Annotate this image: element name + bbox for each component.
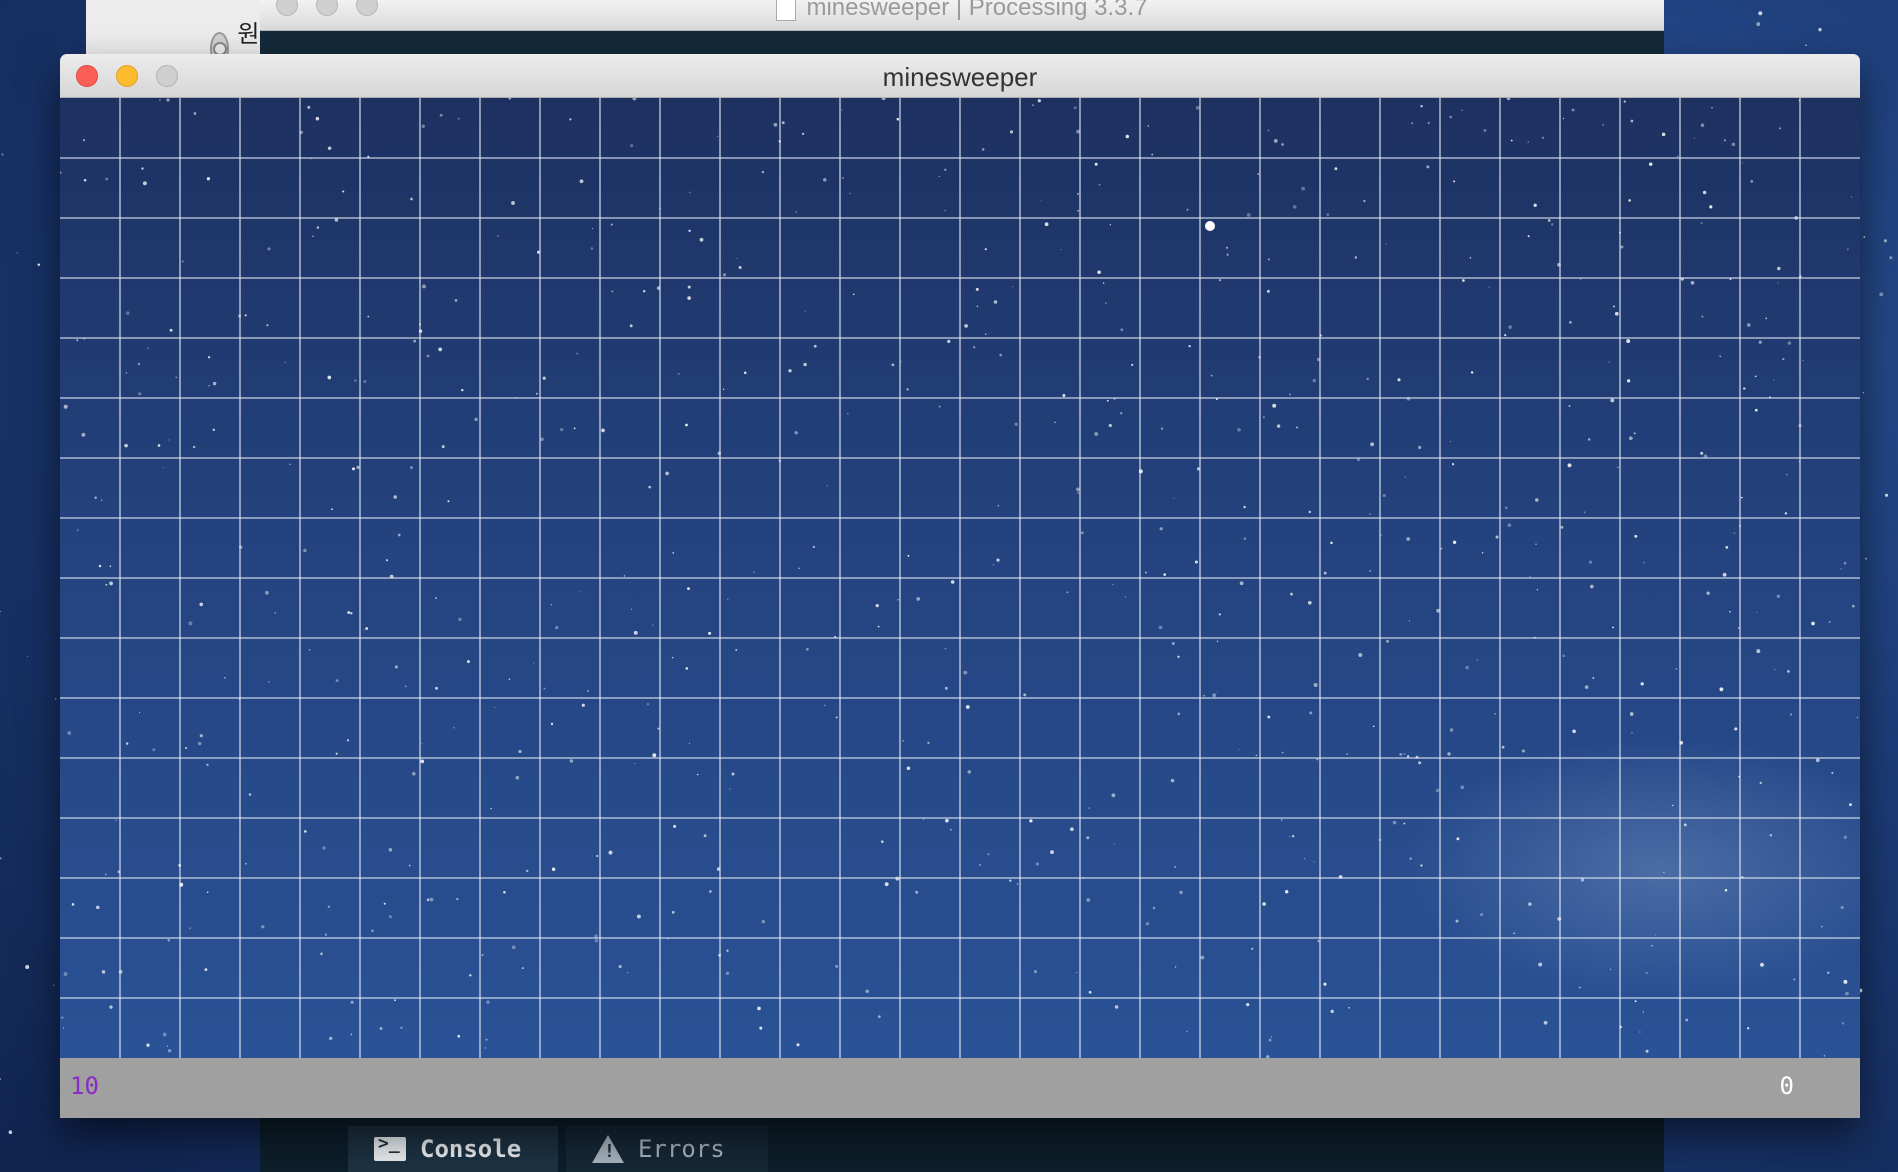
tab-console-label: Console [420, 1135, 522, 1163]
mines-remaining-count: 10 [70, 1072, 99, 1100]
tab-console[interactable]: Console [348, 1126, 558, 1172]
tab-errors-label: Errors [638, 1135, 725, 1163]
warning-icon [592, 1135, 624, 1163]
tab-errors[interactable]: Errors [566, 1126, 768, 1172]
score-count: 0 [1779, 1072, 1794, 1100]
ide-window-title: minesweeper | Processing 3.3.7 [260, 0, 1664, 22]
minefield-grid[interactable] [60, 98, 1860, 1058]
ide-bottom-panel: Console Errors [260, 1118, 1664, 1172]
minefield-canvas[interactable] [60, 98, 1860, 1058]
window-titlebar[interactable]: minesweeper [60, 54, 1860, 98]
document-icon [776, 0, 797, 21]
status-bar: 10 0 [60, 1058, 1860, 1118]
minesweeper-window: minesweeper 10 0 [60, 54, 1860, 1118]
finder-window: 원격 디스 [86, 0, 286, 83]
window-title: minesweeper [882, 62, 1038, 92]
console-icon [374, 1133, 406, 1161]
ide-titlebar: minesweeper | Processing 3.3.7 [260, 0, 1664, 31]
